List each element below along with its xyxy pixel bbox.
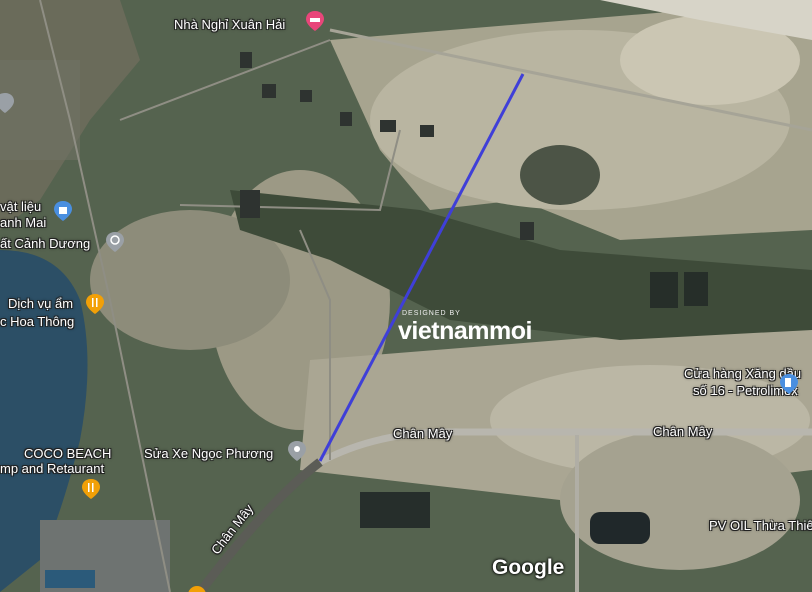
label-coco-beach[interactable]: COCO BEACH [24, 446, 111, 461]
map-pin-icon[interactable] [286, 440, 308, 462]
shopping-bag-pin-icon[interactable] [52, 200, 74, 222]
label-camp[interactable]: mp and Retaurant [0, 461, 104, 476]
satellite-imagery [0, 0, 812, 592]
satellite-map[interactable]: Nhà Nghỉ Xuân Hải vật liệu anh Mai ất Cả… [0, 0, 812, 592]
restaurant-pin-icon[interactable] [84, 293, 106, 315]
label-canh-duong[interactable]: ất Cảnh Dương [0, 236, 90, 251]
map-pin-icon[interactable] [0, 92, 16, 114]
road-label-chan-may: Chân Mây [393, 426, 453, 441]
google-logo: Google [492, 556, 565, 579]
label-nha-nghi[interactable]: Nhà Nghỉ Xuân Hải [174, 17, 285, 32]
road-label-chan-may: Chân Mây [653, 424, 713, 439]
watermark-caption: DESIGNED BY [402, 310, 461, 317]
hotel-pin-icon[interactable] [304, 10, 326, 32]
label-vat-lieu[interactable]: vật liệu [0, 199, 41, 214]
restaurant-pin-icon[interactable] [80, 478, 102, 500]
label-sua-xe[interactable]: Sửa Xe Ngọc Phương [144, 446, 273, 461]
label-anh-mai[interactable]: anh Mai [0, 215, 46, 230]
label-hoa-thong[interactable]: c Hoa Thông [0, 314, 74, 329]
label-dich-vu[interactable]: Dịch vụ ẩm [8, 296, 73, 311]
label-pv-oil[interactable]: PV OIL Thừa Thiên [709, 518, 812, 533]
restaurant-pin-icon[interactable] [186, 584, 208, 592]
watermark-logo: vietnammoi [398, 317, 532, 345]
gas-station-pin-icon[interactable] [778, 373, 800, 395]
ship-wheel-pin-icon[interactable] [104, 231, 126, 253]
